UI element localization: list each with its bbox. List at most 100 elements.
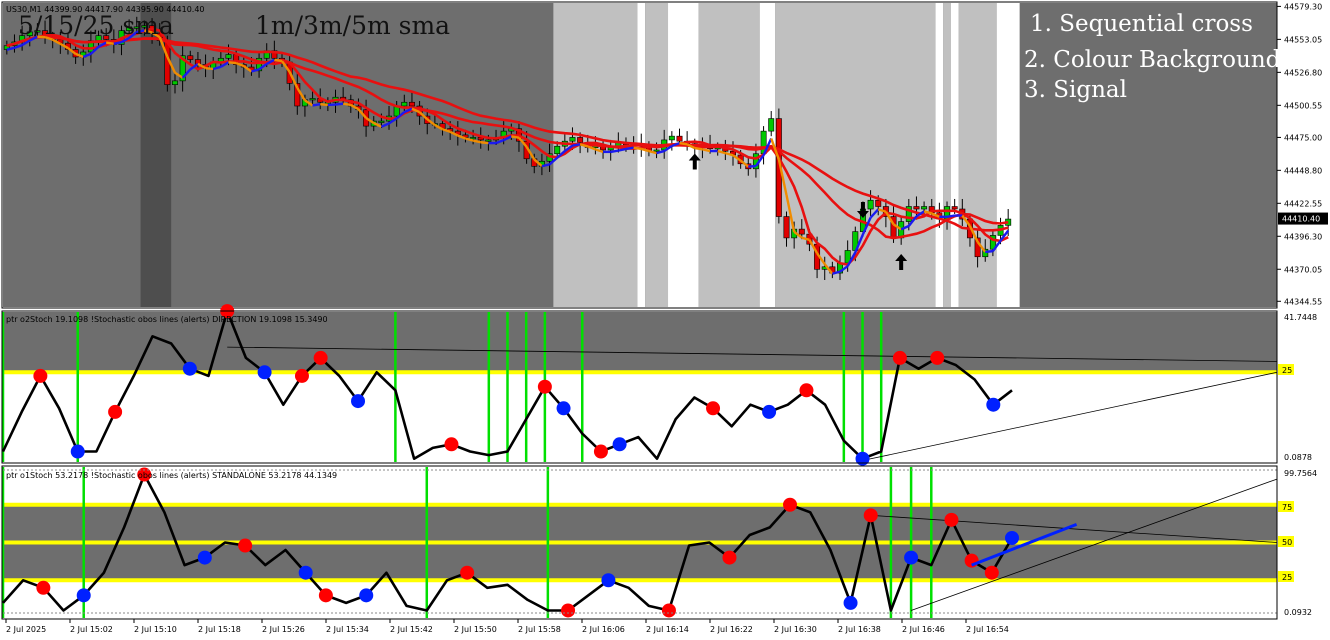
time-tick-label: 2 Jul 15:50: [454, 625, 497, 634]
title-timeframes: 1m/3m/5m sma: [255, 11, 450, 40]
time-tick-label: 2 Jul 16:38: [838, 625, 881, 634]
fast-sma-segment: [228, 61, 237, 65]
sub2-axis-bottom: 0.0932: [1284, 608, 1312, 617]
fast-sma-segment: [472, 139, 482, 144]
time-tick-label: 2 Jul 15:34: [326, 625, 369, 634]
fast-sma-segment: [633, 146, 642, 151]
oversold-dot: [197, 550, 212, 565]
oversold-dot: [612, 437, 627, 452]
overbought-dot: [444, 437, 459, 452]
stoch-standalone-header: ptr o1Stoch 53.2178 !Stochastic obos lin…: [6, 471, 337, 480]
fast-sma-segment: [610, 149, 619, 154]
stoch-direction-panel[interactable]: [1, 304, 1278, 466]
fast-sma-segment: [985, 249, 994, 254]
overbought-dot: [313, 350, 328, 365]
fast-sma-segment: [694, 146, 703, 151]
bg-segment-light: [553, 3, 638, 307]
overbought-dot: [36, 580, 51, 595]
title-sma-periods: 5/15/25 sma: [18, 11, 174, 40]
overbought-dot: [722, 550, 737, 565]
price-tick-label: 44422.55: [1284, 199, 1322, 208]
bg-segment-white: [950, 3, 959, 307]
oversold-dot: [843, 595, 858, 610]
time-tick-label: 2 Jul 15:42: [390, 625, 433, 634]
time-tick-label: 2 Jul 15:10: [134, 625, 177, 634]
price-tick-label: 44475.00: [1284, 133, 1322, 142]
sub1-axis-bottom: 0.0878: [1284, 453, 1312, 462]
price-tick-label: 44448.80: [1284, 166, 1322, 175]
fast-sma-segment: [320, 102, 328, 107]
overbought-dot: [964, 553, 979, 568]
overbought-dot: [33, 368, 48, 383]
trading-chart[interactable]: US30,M1 44399.90 44417.90 44395.90 44410…: [0, 0, 1330, 640]
fast-sma-segment: [205, 66, 214, 71]
price-tick-label: 44396.30: [1284, 232, 1322, 241]
overbought-dot: [706, 401, 721, 416]
price-tick-label: 44370.05: [1284, 265, 1322, 274]
overbought-dot: [930, 350, 945, 365]
overbought-dot: [318, 588, 333, 603]
fast-sma-segment: [312, 102, 321, 107]
stoch-standalone-panel[interactable]: [1, 467, 1278, 618]
svg-text:25: 25: [1282, 573, 1292, 582]
time-tick-label: 2 Jul 16:22: [710, 625, 753, 634]
fast-sma-segment: [335, 102, 344, 106]
svg-text:25: 25: [1282, 366, 1292, 375]
overbought-dot: [593, 444, 608, 459]
time-tick-label: 2 Jul 16:54: [966, 625, 1009, 634]
overbought-dot: [537, 379, 552, 394]
sub1-axis-top: 41.7448: [1284, 313, 1317, 322]
time-tick-label: 2 Jul 15:02: [70, 625, 113, 634]
sub2-level-tag-50: 50: [1278, 536, 1294, 547]
time-tick-label: 2 Jul 15:26: [262, 625, 305, 634]
oversold-dot: [351, 394, 366, 409]
time-tick-label: 2 Jul 16:46: [902, 625, 945, 634]
svg-text:75: 75: [1282, 503, 1292, 512]
oversold-dot: [257, 365, 272, 380]
time-tick-label: 2 Jul 2025: [6, 625, 46, 634]
time-tick-label: 2 Jul 15:58: [518, 625, 561, 634]
overbought-dot: [783, 497, 798, 512]
fast-sma-segment: [113, 41, 122, 46]
price-tick-label: 44500.55: [1284, 101, 1322, 110]
overbought-dot: [108, 404, 123, 419]
oversold-dot: [556, 401, 571, 416]
oversold-dot: [601, 573, 616, 588]
svg-text:44410.40: 44410.40: [1282, 215, 1320, 224]
fast-sma-segment: [511, 135, 520, 139]
overbought-dot: [661, 603, 676, 618]
oversold-dot: [76, 588, 91, 603]
list-item-2: 2. Colour Background: [1024, 47, 1281, 73]
fast-sma-segment: [625, 146, 634, 151]
sub2-level-tag-25: 25: [1278, 571, 1294, 582]
oversold-dot: [855, 451, 870, 466]
overbought-dot: [238, 538, 253, 553]
fast-sma-segment: [541, 163, 550, 168]
sub2-level-tag-75: 75: [1278, 501, 1294, 512]
fast-sma-segment: [946, 214, 955, 218]
time-tick-label: 2 Jul 16:14: [646, 625, 689, 634]
oversold-dot: [1005, 530, 1019, 545]
fast-sma-segment: [342, 102, 351, 107]
bg-segment-light: [943, 3, 951, 307]
fast-sma-segment: [702, 148, 711, 153]
oversold-dot: [986, 397, 1001, 412]
overbought-dot: [799, 383, 814, 398]
overbought-dot: [984, 565, 999, 580]
last-price-tag: 44410.40: [1278, 212, 1328, 225]
fast-sma-segment: [618, 147, 627, 152]
fast-sma-segment: [480, 141, 489, 145]
oversold-dot: [359, 588, 374, 603]
price-tick-label: 44553.05: [1284, 35, 1322, 44]
time-tick-label: 2 Jul 15:18: [198, 625, 241, 634]
time-tick-label: 2 Jul 16:30: [774, 625, 817, 634]
sub2-axis-top: 99.7564: [1284, 469, 1317, 478]
oversold-dot: [70, 444, 85, 459]
svg-text:50: 50: [1282, 538, 1292, 547]
time-tick-label: 2 Jul 16:06: [582, 625, 625, 634]
fast-sma-segment: [679, 141, 688, 146]
list-item-1: 1. Sequential cross: [1030, 11, 1253, 37]
oversold-dot: [182, 361, 197, 376]
bg-segment-white: [996, 3, 1020, 307]
overbought-dot: [561, 603, 576, 618]
